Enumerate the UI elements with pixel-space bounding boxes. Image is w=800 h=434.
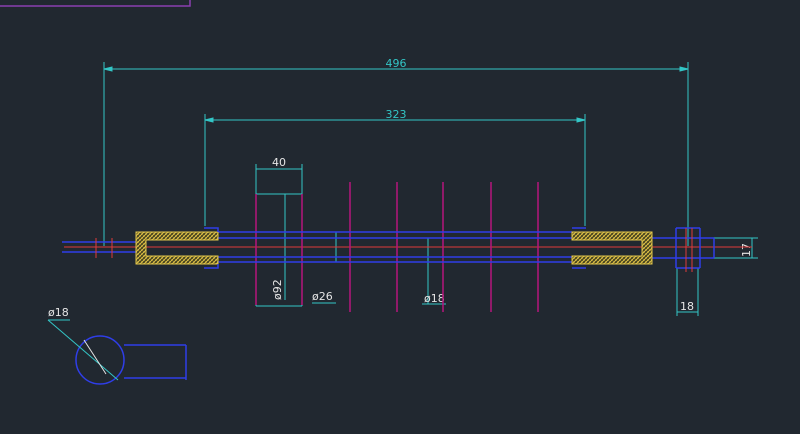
core-length-label: 323: [386, 108, 407, 121]
detail-view[interactable]: [75, 335, 187, 385]
cad-drawing-canvas[interactable]: 496 323 40 ø92 ø26 ø18 18 17 ø18: [0, 0, 800, 434]
shed-diameter-label: ø92: [271, 279, 284, 300]
end-height-label: 17: [740, 243, 753, 257]
cad-viewport[interactable]: 496 323 40 ø92 ø26 ø18 18 17 ø18: [0, 0, 800, 434]
dimension-overall-length[interactable]: [103, 62, 689, 246]
detail-leader: [47, 319, 119, 381]
overall-length-label: 496: [386, 57, 407, 70]
end-thickness-label: 18: [680, 300, 694, 313]
left-end-fitting[interactable]: [135, 227, 219, 269]
detail-hole-label: ø18: [48, 306, 69, 319]
rod-diameter-label: ø18: [424, 292, 445, 305]
shed-spacing-label: 40: [272, 156, 286, 169]
housing-diameter-label: ø26: [312, 290, 333, 303]
viewport-frame-corner: [0, 0, 191, 7]
dimension-core-length[interactable]: [204, 114, 586, 226]
right-end-fitting[interactable]: [571, 227, 653, 269]
